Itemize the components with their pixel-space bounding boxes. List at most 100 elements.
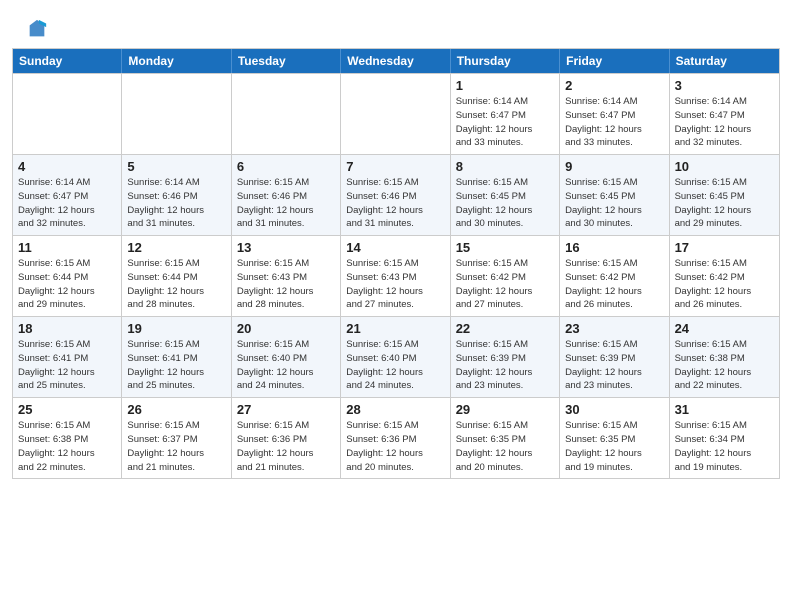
day-number: 9	[565, 159, 663, 174]
day-info: Sunrise: 6:15 AM Sunset: 6:36 PM Dayligh…	[346, 419, 444, 474]
calendar-cell: 7 Sunrise: 6:15 AM Sunset: 6:46 PM Daylig…	[341, 155, 450, 235]
day-number: 24	[675, 321, 774, 336]
day-number: 4	[18, 159, 116, 174]
day-info: Sunrise: 6:15 AM Sunset: 6:35 PM Dayligh…	[565, 419, 663, 474]
day-info: Sunrise: 6:14 AM Sunset: 6:47 PM Dayligh…	[18, 176, 116, 231]
day-info: Sunrise: 6:15 AM Sunset: 6:42 PM Dayligh…	[565, 257, 663, 312]
calendar-cell: 23 Sunrise: 6:15 AM Sunset: 6:39 PM Dayli…	[560, 317, 669, 397]
calendar-cell: 20 Sunrise: 6:15 AM Sunset: 6:40 PM Dayli…	[232, 317, 341, 397]
calendar-cell: 9 Sunrise: 6:15 AM Sunset: 6:45 PM Daylig…	[560, 155, 669, 235]
day-info: Sunrise: 6:15 AM Sunset: 6:35 PM Dayligh…	[456, 419, 554, 474]
day-info: Sunrise: 6:15 AM Sunset: 6:41 PM Dayligh…	[18, 338, 116, 393]
calendar-day-header: Friday	[560, 49, 669, 73]
day-number: 8	[456, 159, 554, 174]
day-number: 19	[127, 321, 225, 336]
day-info: Sunrise: 6:15 AM Sunset: 6:43 PM Dayligh…	[237, 257, 335, 312]
day-info: Sunrise: 6:15 AM Sunset: 6:46 PM Dayligh…	[346, 176, 444, 231]
day-number: 18	[18, 321, 116, 336]
calendar-row: 25 Sunrise: 6:15 AM Sunset: 6:38 PM Dayli…	[13, 397, 779, 478]
calendar-row: 1 Sunrise: 6:14 AM Sunset: 6:47 PM Daylig…	[13, 73, 779, 154]
day-info: Sunrise: 6:15 AM Sunset: 6:43 PM Dayligh…	[346, 257, 444, 312]
day-info: Sunrise: 6:15 AM Sunset: 6:45 PM Dayligh…	[565, 176, 663, 231]
day-number: 30	[565, 402, 663, 417]
day-info: Sunrise: 6:15 AM Sunset: 6:36 PM Dayligh…	[237, 419, 335, 474]
calendar-day-header: Wednesday	[341, 49, 450, 73]
day-number: 5	[127, 159, 225, 174]
calendar-cell: 29 Sunrise: 6:15 AM Sunset: 6:35 PM Dayli…	[451, 398, 560, 478]
day-info: Sunrise: 6:14 AM Sunset: 6:47 PM Dayligh…	[565, 95, 663, 150]
calendar-body: 1 Sunrise: 6:14 AM Sunset: 6:47 PM Daylig…	[13, 73, 779, 478]
calendar-cell	[341, 74, 450, 154]
calendar-cell: 21Sunrise: 6:15 AM Sunset: 6:40 PM Dayli…	[341, 317, 450, 397]
calendar-cell: 22 Sunrise: 6:15 AM Sunset: 6:39 PM Dayli…	[451, 317, 560, 397]
day-number: 16	[565, 240, 663, 255]
calendar-cell	[122, 74, 231, 154]
calendar-day-header: Monday	[122, 49, 231, 73]
calendar-day-header: Saturday	[670, 49, 779, 73]
calendar-cell: 6 Sunrise: 6:15 AM Sunset: 6:46 PM Daylig…	[232, 155, 341, 235]
calendar-cell: 31Sunrise: 6:15 AM Sunset: 6:34 PM Dayli…	[670, 398, 779, 478]
day-info: Sunrise: 6:15 AM Sunset: 6:45 PM Dayligh…	[456, 176, 554, 231]
day-info: Sunrise: 6:15 AM Sunset: 6:40 PM Dayligh…	[237, 338, 335, 393]
calendar-cell: 12 Sunrise: 6:15 AM Sunset: 6:44 PM Dayli…	[122, 236, 231, 316]
calendar-cell: 14 Sunrise: 6:15 AM Sunset: 6:43 PM Dayli…	[341, 236, 450, 316]
calendar-cell: 2Sunrise: 6:14 AM Sunset: 6:47 PM Daylig…	[560, 74, 669, 154]
calendar-cell: 8 Sunrise: 6:15 AM Sunset: 6:45 PM Daylig…	[451, 155, 560, 235]
calendar-cell: 18 Sunrise: 6:15 AM Sunset: 6:41 PM Dayli…	[13, 317, 122, 397]
day-info: Sunrise: 6:15 AM Sunset: 6:45 PM Dayligh…	[675, 176, 774, 231]
calendar-day-header: Tuesday	[232, 49, 341, 73]
calendar: SundayMondayTuesdayWednesdayThursdayFrid…	[12, 48, 780, 479]
day-info: Sunrise: 6:15 AM Sunset: 6:44 PM Dayligh…	[18, 257, 116, 312]
calendar-cell: 28Sunrise: 6:15 AM Sunset: 6:36 PM Dayli…	[341, 398, 450, 478]
calendar-cell: 26Sunrise: 6:15 AM Sunset: 6:37 PM Dayli…	[122, 398, 231, 478]
calendar-cell	[232, 74, 341, 154]
day-number: 3	[675, 78, 774, 93]
page-header	[0, 0, 792, 48]
calendar-day-header: Thursday	[451, 49, 560, 73]
day-info: Sunrise: 6:15 AM Sunset: 6:46 PM Dayligh…	[237, 176, 335, 231]
calendar-day-header: Sunday	[13, 49, 122, 73]
day-info: Sunrise: 6:14 AM Sunset: 6:47 PM Dayligh…	[675, 95, 774, 150]
day-number: 12	[127, 240, 225, 255]
day-number: 27	[237, 402, 335, 417]
calendar-cell: 30 Sunrise: 6:15 AM Sunset: 6:35 PM Dayli…	[560, 398, 669, 478]
calendar-cell: 27 Sunrise: 6:15 AM Sunset: 6:36 PM Dayli…	[232, 398, 341, 478]
day-info: Sunrise: 6:15 AM Sunset: 6:42 PM Dayligh…	[675, 257, 774, 312]
calendar-row: 18 Sunrise: 6:15 AM Sunset: 6:41 PM Dayli…	[13, 316, 779, 397]
day-number: 10	[675, 159, 774, 174]
day-info: Sunrise: 6:15 AM Sunset: 6:39 PM Dayligh…	[565, 338, 663, 393]
calendar-cell: 19Sunrise: 6:15 AM Sunset: 6:41 PM Dayli…	[122, 317, 231, 397]
day-number: 22	[456, 321, 554, 336]
day-number: 1	[456, 78, 554, 93]
day-info: Sunrise: 6:15 AM Sunset: 6:39 PM Dayligh…	[456, 338, 554, 393]
day-number: 14	[346, 240, 444, 255]
calendar-cell: 17 Sunrise: 6:15 AM Sunset: 6:42 PM Dayli…	[670, 236, 779, 316]
day-number: 11	[18, 240, 116, 255]
day-number: 25	[18, 402, 116, 417]
day-info: Sunrise: 6:15 AM Sunset: 6:44 PM Dayligh…	[127, 257, 225, 312]
day-number: 23	[565, 321, 663, 336]
calendar-cell: 3 Sunrise: 6:14 AM Sunset: 6:47 PM Daylig…	[670, 74, 779, 154]
calendar-cell: 11 Sunrise: 6:15 AM Sunset: 6:44 PM Dayli…	[13, 236, 122, 316]
logo	[24, 18, 48, 40]
calendar-header: SundayMondayTuesdayWednesdayThursdayFrid…	[13, 49, 779, 73]
calendar-cell: 24Sunrise: 6:15 AM Sunset: 6:38 PM Dayli…	[670, 317, 779, 397]
day-number: 6	[237, 159, 335, 174]
day-info: Sunrise: 6:15 AM Sunset: 6:38 PM Dayligh…	[18, 419, 116, 474]
calendar-row: 4 Sunrise: 6:14 AM Sunset: 6:47 PM Daylig…	[13, 154, 779, 235]
day-info: Sunrise: 6:14 AM Sunset: 6:46 PM Dayligh…	[127, 176, 225, 231]
day-number: 17	[675, 240, 774, 255]
calendar-cell: 25 Sunrise: 6:15 AM Sunset: 6:38 PM Dayli…	[13, 398, 122, 478]
day-number: 15	[456, 240, 554, 255]
day-number: 31	[675, 402, 774, 417]
calendar-cell: 5 Sunrise: 6:14 AM Sunset: 6:46 PM Daylig…	[122, 155, 231, 235]
day-number: 13	[237, 240, 335, 255]
calendar-cell: 16 Sunrise: 6:15 AM Sunset: 6:42 PM Dayli…	[560, 236, 669, 316]
day-number: 29	[456, 402, 554, 417]
day-number: 20	[237, 321, 335, 336]
day-number: 26	[127, 402, 225, 417]
calendar-cell	[13, 74, 122, 154]
day-number: 7	[346, 159, 444, 174]
calendar-row: 11 Sunrise: 6:15 AM Sunset: 6:44 PM Dayli…	[13, 235, 779, 316]
calendar-cell: 13 Sunrise: 6:15 AM Sunset: 6:43 PM Dayli…	[232, 236, 341, 316]
